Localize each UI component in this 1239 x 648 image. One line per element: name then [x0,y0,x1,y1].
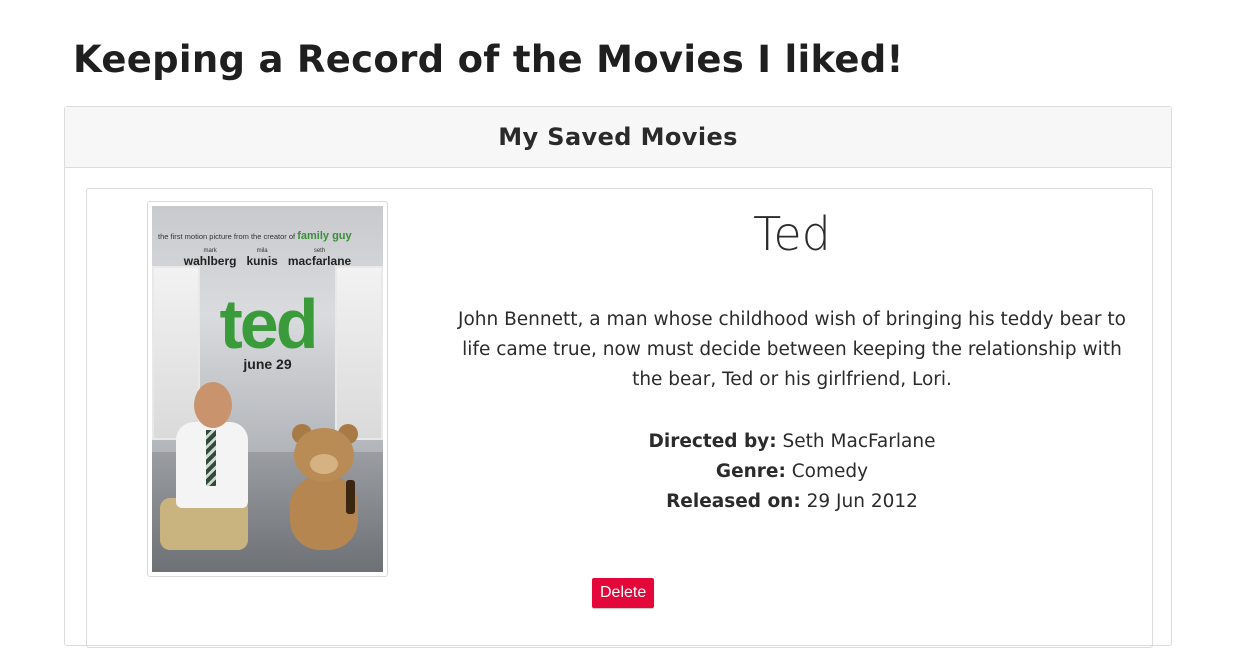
poster-title: ted [219,285,319,363]
poster-cast-last: wahlberg [183,254,237,268]
poster-cast-last: macfarlane [287,254,352,268]
movie-director-row: Directed by: Seth MacFarlane [452,427,1132,457]
movie-plot: John Bennett, a man whose childhood wish… [458,309,1126,390]
poster-man-figure [160,382,248,562]
poster-man-head [194,382,232,428]
genre-value: Comedy [791,461,869,482]
director-label: Directed by: [648,431,777,452]
movie-info: Ted John Bennett, a man whose childhood … [452,203,1132,517]
saved-movies-title: My Saved Movies [498,123,738,151]
movie-card: the first motion picture from the creato… [86,188,1153,648]
poster-bear-bottle [346,480,355,514]
poster-cast-last: kunis [246,254,278,268]
poster-cast-item: seth macfarlane [287,246,352,268]
saved-movies-card: My Saved Movies the first motion picture… [64,106,1172,648]
poster-date: june 29 [243,356,292,372]
poster-cast-item: mark wahlberg [183,246,237,268]
director-value: Seth MacFarlane [782,431,936,452]
genre-label: Genre: [715,461,786,482]
poster-tagline-brand: family guy [297,230,352,242]
movie-meta: Directed by: Seth MacFarlane Genre: Come… [452,427,1132,517]
poster-cast-item: mila kunis [246,246,278,268]
movie-poster: the first motion picture from the creato… [147,201,388,577]
poster-image: the first motion picture from the creato… [152,206,383,572]
saved-movies-header: My Saved Movies [65,107,1171,168]
poster-tagline: the first motion picture from the creato… [158,230,352,242]
released-label: Released on: [666,491,801,512]
poster-bear-figure [290,424,362,558]
poster-bear-snout [310,454,338,474]
poster-tagline-text: the first motion picture from the creato… [158,232,296,241]
poster-man-tie [206,430,216,486]
delete-button[interactable]: Delete [592,578,655,608]
movie-released-row: Released on: 29 Jun 2012 [452,487,1132,517]
released-value: 29 Jun 2012 [806,491,918,512]
page-title: Keeping a Record of the Movies I liked! [73,38,904,81]
poster-cast: mark wahlberg mila kunis seth macfarlane [152,246,383,268]
movie-title: Ted [753,207,831,261]
movie-genre-row: Genre: Comedy [452,457,1132,487]
